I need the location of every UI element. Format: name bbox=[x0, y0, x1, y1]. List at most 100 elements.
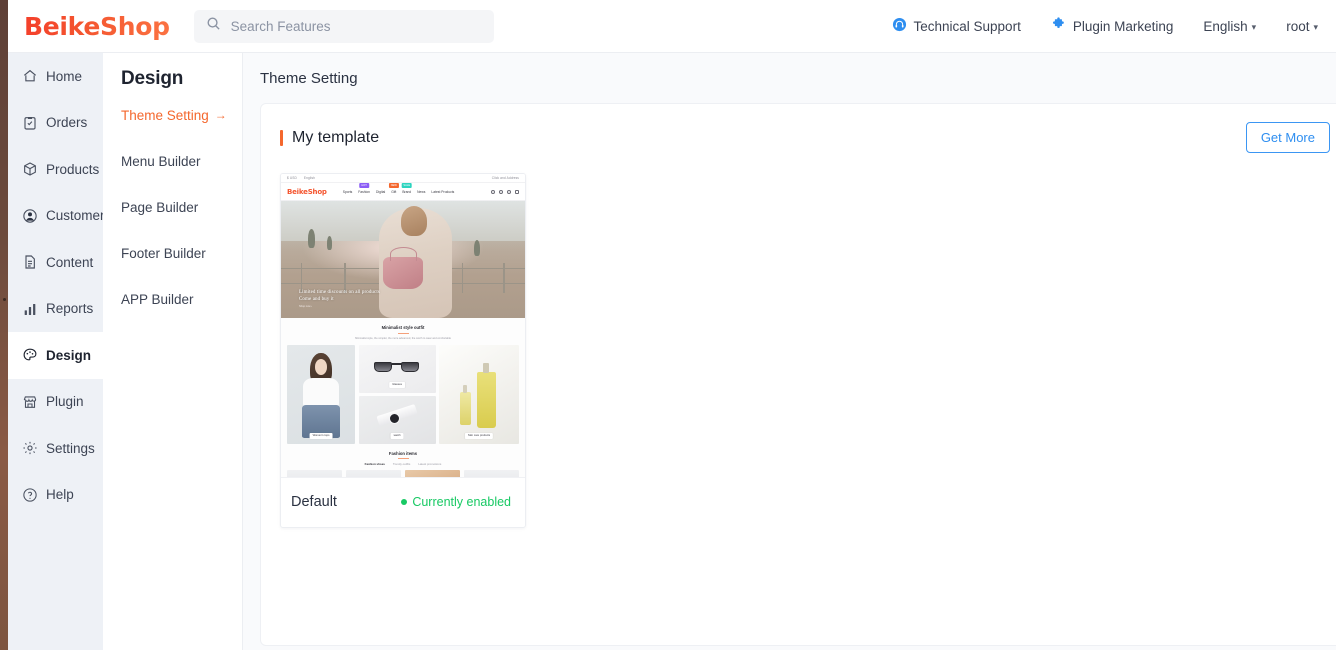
hero-fence-post bbox=[503, 263, 505, 294]
sidebar-item-design[interactable]: Design bbox=[8, 332, 103, 379]
app-root: BeikeShop Technical Suppo bbox=[0, 0, 1336, 650]
subnav-item-menu-builder[interactable]: Menu Builder bbox=[103, 140, 242, 182]
preview-nav-badge: HOT bbox=[359, 182, 369, 188]
sidebar-item-plugin[interactable]: Plugin bbox=[8, 379, 103, 426]
store-icon bbox=[23, 396, 37, 408]
preview-nav: Sports HOT Fashion Digital NEW Gift SALE Br… bbox=[342, 182, 454, 194]
sidebar-label-settings: Settings bbox=[46, 440, 95, 456]
plugin-marketing-label: Plugin Marketing bbox=[1072, 18, 1174, 34]
language-selector[interactable]: English ▾ bbox=[1203, 19, 1256, 34]
subnav-label-theme-setting: Theme Setting bbox=[121, 107, 209, 123]
plugin-marketing-link[interactable]: Plugin Marketing bbox=[1051, 17, 1174, 35]
preview-product-card bbox=[345, 470, 402, 477]
subnav-label-footer-builder: Footer Builder bbox=[121, 245, 206, 261]
preview-nav-item: SALE Brand bbox=[401, 182, 413, 194]
get-more-button[interactable]: Get More bbox=[1245, 122, 1330, 153]
preview-product-card bbox=[463, 470, 519, 477]
preview-logo: BeikeShop bbox=[287, 187, 327, 196]
chevron-down-icon: ▾ bbox=[1251, 21, 1257, 32]
sidebar-item-products[interactable]: Products bbox=[8, 146, 103, 193]
arrow-right-icon: → bbox=[214, 108, 227, 122]
preview-nav-item: Digital bbox=[376, 189, 386, 194]
preview-nav-item: News bbox=[417, 189, 426, 194]
page-title: Theme Setting bbox=[260, 70, 358, 87]
subnav-label-app-builder: APP Builder bbox=[121, 291, 194, 307]
template-thumbnail[interactable]: $ USD English Click and Address BeikeSho… bbox=[281, 174, 525, 478]
template-card-footer: Default Currently enabled bbox=[281, 478, 525, 526]
preview-nav-item: HOT Fashion bbox=[358, 182, 371, 194]
subnav-item-footer-builder[interactable]: Footer Builder bbox=[103, 232, 242, 274]
subnav-label-page-builder: Page Builder bbox=[121, 199, 199, 215]
template-name: Default bbox=[291, 494, 337, 510]
sidebar-item-content[interactable]: Content bbox=[8, 239, 103, 286]
subnav-item-theme-setting[interactable]: Theme Setting → bbox=[103, 94, 242, 136]
status-badge: Currently enabled bbox=[401, 495, 515, 509]
sidebar-item-help[interactable]: Help bbox=[8, 472, 103, 519]
preview-tile-column: Glasses watch bbox=[358, 344, 436, 444]
preview-tile-womens-tops: Women's tops bbox=[287, 344, 356, 444]
secondary-nav: Design Theme Setting → Menu Builder Page… bbox=[103, 53, 243, 650]
accent-bar bbox=[280, 129, 283, 146]
search-input[interactable] bbox=[230, 18, 482, 34]
hero-tree bbox=[473, 239, 480, 256]
question-circle-icon bbox=[23, 488, 37, 502]
preview-hero-banner: Limited time discounts on all products C… bbox=[281, 200, 525, 318]
template-card-default[interactable]: $ USD English Click and Address BeikeSho… bbox=[280, 173, 526, 528]
preview-currency: $ USD bbox=[287, 176, 297, 180]
preview-header: BeikeShop Sports HOT Fashion Digital NEW G… bbox=[281, 182, 525, 200]
preview-nav-badge: NEW bbox=[388, 182, 399, 188]
primary-sidebar: Home Orders Products Customers Content R… bbox=[8, 53, 111, 650]
top-bar: BeikeShop Technical Suppo bbox=[8, 0, 1336, 53]
chevron-down-icon: ▾ bbox=[1313, 21, 1318, 32]
preview-section2-rule bbox=[397, 458, 409, 459]
preview-tab: Fashion shoes bbox=[364, 462, 385, 466]
preview-nav-item: Sports bbox=[342, 189, 353, 194]
preview-product-card bbox=[404, 470, 461, 477]
preview-language: English bbox=[303, 176, 316, 180]
preview-tile-caption: watch bbox=[390, 432, 404, 439]
hero-text-block: Limited time discounts on all products C… bbox=[299, 289, 475, 308]
preview-nav-badge: SALE bbox=[401, 182, 413, 188]
sidebar-label-design: Design bbox=[46, 347, 92, 363]
card-title: My template bbox=[292, 128, 380, 146]
sidebar-item-settings[interactable]: Settings bbox=[8, 425, 103, 472]
sidebar-label-orders: Orders bbox=[46, 115, 88, 131]
hero-line-3: Shop now › bbox=[299, 305, 313, 308]
preview-tab: Latest promotions bbox=[418, 462, 442, 466]
app-logo[interactable]: BeikeShop bbox=[24, 12, 170, 41]
preview-tabs: Fashion shoes Trendy outfits Latest prom… bbox=[287, 462, 519, 466]
user-menu-label: root bbox=[1286, 18, 1310, 34]
sidebar-label-products: Products bbox=[46, 161, 100, 177]
technical-support-link[interactable]: Technical Support bbox=[892, 17, 1021, 35]
status-label: Currently enabled bbox=[412, 495, 511, 509]
preview-section2-title: Fashion items bbox=[388, 450, 418, 456]
subnav-item-app-builder[interactable]: APP Builder bbox=[103, 278, 242, 320]
sidebar-item-home[interactable]: Home bbox=[8, 53, 103, 100]
preview-section-fashion: Fashion items Fashion shoes Trendy outfi… bbox=[281, 443, 525, 477]
preview-cart-icon bbox=[515, 189, 519, 194]
preview-tile-caption: Skin care products bbox=[464, 432, 494, 439]
sidebar-label-customers: Customers bbox=[46, 208, 112, 224]
sidebar-label-content: Content bbox=[46, 254, 94, 270]
sidebar-label-plugin: Plugin bbox=[46, 394, 84, 410]
bar-chart-icon bbox=[24, 303, 36, 315]
subnav-item-page-builder[interactable]: Page Builder bbox=[103, 186, 242, 228]
sidebar-item-orders[interactable]: Orders bbox=[8, 100, 103, 147]
preview-nav-item: NEW Gift bbox=[388, 182, 399, 194]
preview-tile-caption: Glasses bbox=[389, 381, 405, 388]
preview-tile-watch: watch bbox=[358, 396, 436, 444]
hero-backpack bbox=[383, 247, 423, 289]
search-box[interactable] bbox=[193, 9, 494, 43]
preview-tab: Trendy outfits bbox=[392, 462, 411, 466]
palette-icon bbox=[23, 348, 37, 361]
clipboard-icon bbox=[24, 116, 36, 130]
sidebar-label-home: Home bbox=[46, 68, 83, 84]
preview-header-icons bbox=[491, 189, 519, 194]
box-icon bbox=[24, 162, 36, 176]
user-menu[interactable]: root ▾ bbox=[1286, 19, 1318, 34]
preview-tile-skincare: Skin care products bbox=[439, 344, 519, 444]
sidebar-item-reports[interactable]: Reports bbox=[8, 286, 103, 333]
preview-wishlist-icon bbox=[499, 189, 503, 194]
preview-tile-grid: Women's tops Glasses watch Skin care pro… bbox=[287, 344, 519, 444]
sidebar-item-customers[interactable]: Customers bbox=[8, 193, 111, 240]
